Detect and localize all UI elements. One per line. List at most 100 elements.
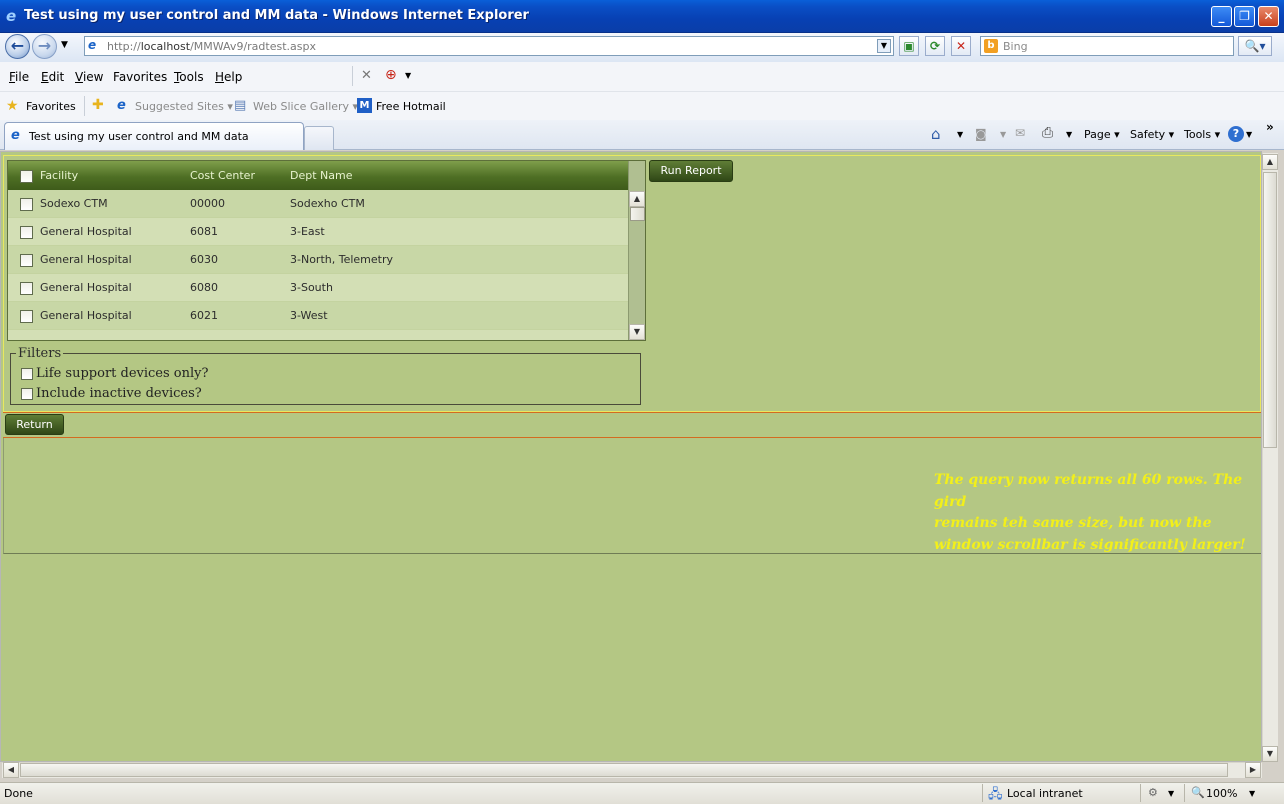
new-tab-button[interactable] [304, 126, 334, 150]
menu-help[interactable]: Help [215, 70, 242, 84]
row-checkbox[interactable] [20, 226, 33, 239]
row-checkbox[interactable] [20, 254, 33, 267]
zoom-icon[interactable]: 🔍 [1191, 786, 1205, 799]
table-row[interactable]: General Hospital 6080 3-South [8, 274, 628, 302]
row-checkbox[interactable] [20, 282, 33, 295]
feeds-dropdown-icon[interactable]: ▼ [1000, 130, 1006, 139]
protected-mode-icon[interactable]: ⚙ [1148, 786, 1158, 799]
address-input[interactable]: e http://localhost/MMWAv9/radtest.aspx ▼ [84, 36, 894, 56]
close-toolbar-icon[interactable]: ✕ [361, 68, 372, 83]
scroll-left-icon[interactable]: ◀ [3, 762, 19, 778]
vertical-scroll-thumb[interactable] [1263, 172, 1277, 448]
select-all-checkbox[interactable] [20, 170, 33, 183]
grid-scroll-thumb[interactable] [630, 207, 645, 221]
maximize-button[interactable]: ❐ [1234, 6, 1255, 27]
translate-dropdown-icon[interactable]: ▼ [405, 71, 411, 80]
menu-view[interactable]: View [75, 70, 103, 84]
page-menu[interactable]: Page ▾ [1084, 128, 1120, 141]
menu-edit[interactable]: Edit [41, 70, 64, 84]
table-row[interactable]: General Hospital 6021 3-West [8, 302, 628, 330]
menu-favorites[interactable]: Favorites [113, 70, 167, 84]
cell-cost-center: 6021 [190, 309, 218, 322]
tools-menu[interactable]: Tools ▾ [1184, 128, 1220, 141]
grid-scroll-up-icon[interactable]: ▲ [629, 191, 645, 207]
return-button[interactable]: Return [5, 414, 64, 435]
status-bar [0, 782, 1284, 804]
cell-dept-name: 3-South [290, 281, 333, 294]
free-hotmail-link[interactable]: Free Hotmail [376, 100, 446, 113]
scroll-up-icon[interactable]: ▲ [1262, 154, 1278, 170]
zoom-dropdown-icon[interactable]: ▼ [1249, 789, 1255, 798]
cell-dept-name: Sodexho CTM [290, 197, 365, 210]
horizontal-scroll-thumb[interactable] [20, 763, 1228, 777]
safety-menu[interactable]: Safety ▾ [1130, 128, 1174, 141]
web-slice-icon: ▤ [234, 98, 247, 113]
table-row[interactable]: General Hospital 6030 3-North, Telemetry [8, 246, 628, 274]
row-checkbox[interactable] [20, 310, 33, 323]
translate-icon[interactable]: ⊕ [385, 67, 397, 83]
back-icon[interactable]: ← [5, 34, 30, 59]
window-title: Test using my user control and MM data -… [24, 8, 529, 23]
table-row-partial[interactable] [8, 330, 628, 340]
status-divider [982, 784, 983, 802]
close-button[interactable]: ✕ [1258, 6, 1279, 27]
scroll-right-icon[interactable]: ▶ [1245, 762, 1261, 778]
grid-scrollbar[interactable]: ▲ ▼ [628, 161, 645, 340]
grid-scroll-down-icon[interactable]: ▼ [629, 324, 645, 340]
grid-header: Facility Cost Center Dept Name [8, 161, 628, 190]
column-header-dept-name[interactable]: Dept Name [290, 169, 352, 182]
help-icon[interactable]: ? [1228, 126, 1244, 142]
zoom-level[interactable]: 100% [1206, 787, 1237, 800]
search-go-icon[interactable]: 🔍▾ [1238, 36, 1272, 56]
run-report-button[interactable]: Run Report [649, 160, 733, 182]
forward-icon[interactable]: → [32, 34, 57, 59]
help-dropdown-icon[interactable]: ▼ [1246, 130, 1252, 139]
search-input[interactable]: b Bing [980, 36, 1234, 56]
recent-pages-dropdown-icon[interactable]: ▼ [61, 40, 68, 50]
refresh-icon[interactable]: ⟳ [925, 36, 945, 56]
add-favorite-icon[interactable]: ✚ [92, 97, 104, 113]
note-line: remains teh same size, but now the [934, 515, 1212, 531]
table-row[interactable]: General Hospital 6081 3-East [8, 218, 628, 246]
cell-cost-center: 00000 [190, 197, 225, 210]
read-mail-icon[interactable]: ✉ [1015, 126, 1025, 140]
tab-active[interactable]: e Test using my user control and MM data [4, 122, 304, 150]
department-grid: Facility Cost Center Dept Name Sodexo CT… [7, 160, 646, 341]
protected-mode-dropdown-icon[interactable]: ▼ [1168, 789, 1174, 798]
column-header-cost-center[interactable]: Cost Center [190, 169, 255, 182]
tab-title: Test using my user control and MM data [29, 130, 249, 143]
print-dropdown-icon[interactable]: ▼ [1066, 130, 1072, 139]
suggested-sites-link[interactable]: Suggested Sites ▾ [135, 100, 233, 113]
address-dropdown-icon[interactable]: ▼ [877, 39, 891, 53]
menu-file[interactable]: File [9, 70, 29, 84]
column-header-facility[interactable]: Facility [40, 169, 78, 182]
cell-facility: General Hospital [40, 309, 132, 322]
home-icon[interactable]: ⌂ [931, 125, 941, 143]
compatibility-view-icon[interactable]: ▣ [899, 36, 919, 56]
search-placeholder: Bing [1003, 40, 1028, 53]
address-url[interactable]: http://localhost/MMWAv9/radtest.aspx [107, 40, 316, 53]
row-checkbox[interactable] [20, 198, 33, 211]
security-zone[interactable]: Local intranet [1007, 787, 1083, 800]
filters-legend: Filters [16, 346, 64, 361]
table-row[interactable]: Sodexo CTM 00000 Sodexho CTM [8, 190, 628, 218]
minimize-button[interactable]: _ [1211, 6, 1232, 27]
status-divider [1184, 784, 1185, 802]
feeds-icon[interactable]: ◙ [975, 127, 987, 141]
scroll-down-icon[interactable]: ▼ [1262, 746, 1278, 762]
stop-icon[interactable]: ✕ [951, 36, 971, 56]
favbar-divider [84, 96, 85, 116]
ie-logo-icon: e [6, 7, 17, 25]
hotmail-icon: M [357, 98, 372, 113]
favorites-button[interactable]: Favorites [26, 100, 76, 113]
print-icon[interactable]: ⎙ [1042, 125, 1053, 141]
web-slice-gallery-link[interactable]: Web Slice Gallery ▾ [253, 100, 358, 113]
life-support-checkbox[interactable] [21, 368, 33, 380]
home-dropdown-icon[interactable]: ▼ [957, 130, 963, 139]
more-commands-icon[interactable]: » [1266, 120, 1274, 134]
cell-cost-center: 6081 [190, 225, 218, 238]
menu-tools[interactable]: Tools [174, 70, 204, 84]
intranet-icon: 🖧 [988, 787, 1003, 802]
include-inactive-checkbox[interactable] [21, 388, 33, 400]
results-toolbar [3, 412, 1261, 438]
